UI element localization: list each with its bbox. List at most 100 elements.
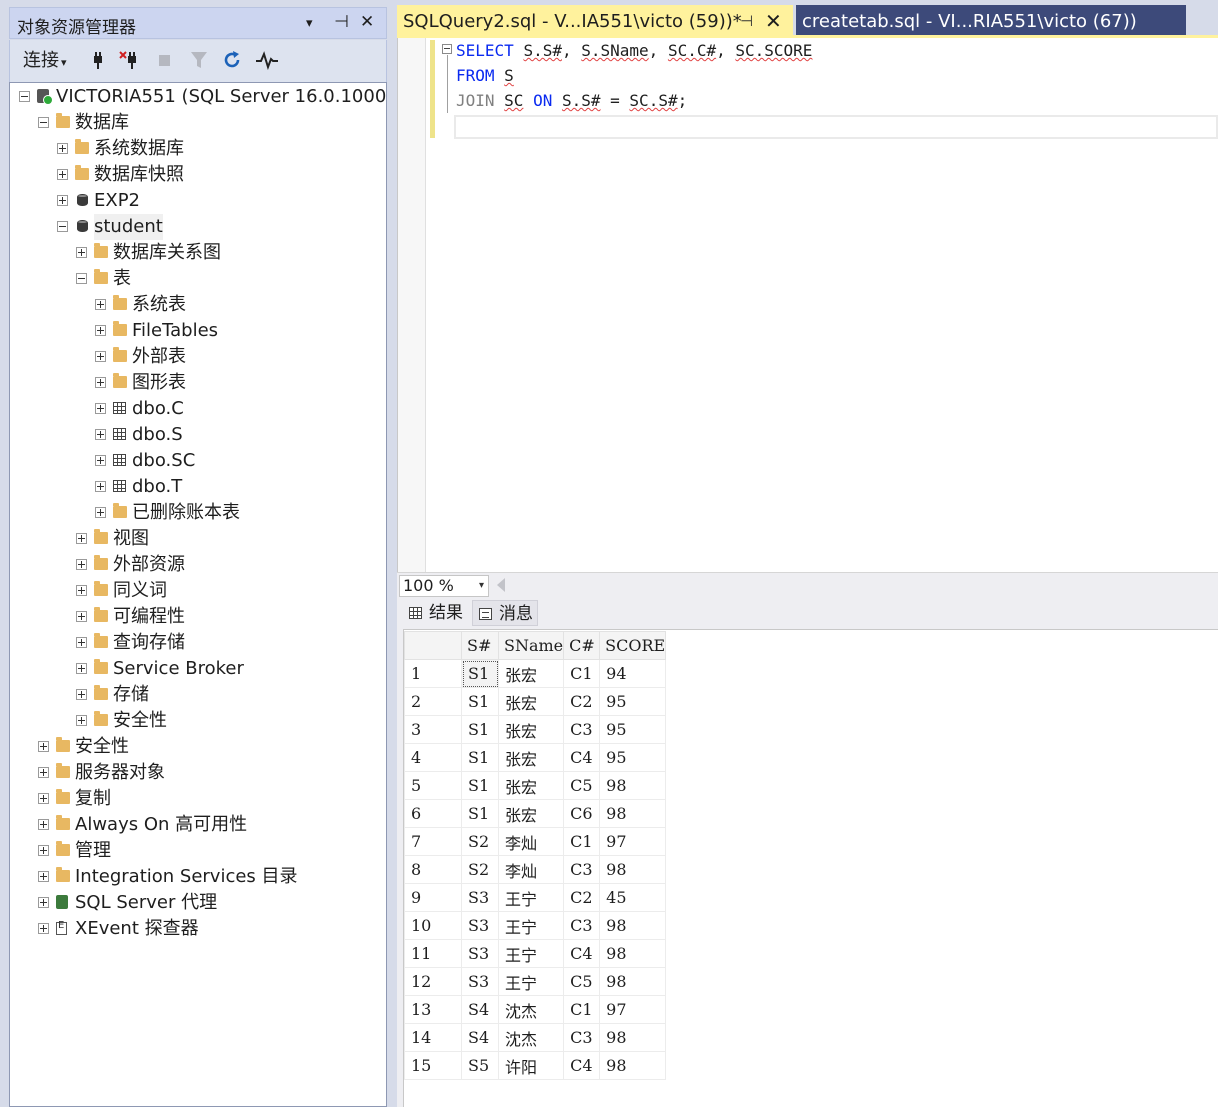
table-cell[interactable]: S5	[461, 1051, 499, 1080]
tree-node[interactable]: 外部资源	[10, 552, 386, 578]
table-row[interactable]: 4 S1 张宏 C4 95	[404, 743, 667, 772]
row-number-cell[interactable]: 10	[404, 911, 462, 940]
expand-icon[interactable]	[95, 403, 106, 414]
table-cell[interactable]: S3	[461, 939, 499, 968]
close-icon[interactable]: ✕	[360, 12, 374, 32]
tree-node[interactable]: FileTables	[10, 318, 386, 344]
table-cell[interactable]: 98	[599, 939, 667, 968]
table-cell[interactable]: C4	[563, 743, 601, 772]
tree-node[interactable]: 视图	[10, 526, 386, 552]
table-row[interactable]: 13 S4 沈杰 C1 97	[404, 995, 667, 1024]
row-number-cell[interactable]: 7	[404, 827, 462, 856]
table-cell[interactable]: C3	[563, 855, 601, 884]
table-cell[interactable]: 沈杰	[497, 1023, 565, 1052]
expand-icon[interactable]	[38, 767, 49, 778]
row-number-cell[interactable]: 6	[404, 799, 462, 828]
table-cell[interactable]: 98	[599, 855, 667, 884]
table-row[interactable]: 11 S3 王宁 C4 98	[404, 939, 667, 968]
table-cell[interactable]: 98	[599, 967, 667, 996]
expand-icon[interactable]	[95, 507, 106, 518]
tree-node[interactable]: 管理	[10, 838, 386, 864]
table-cell[interactable]: C3	[563, 911, 601, 940]
query-editor[interactable]: SELECT S.S#, S.SName, SC.C#, SC.SCORE FRO…	[397, 38, 1218, 572]
table-cell[interactable]: 98	[599, 799, 667, 828]
tree-node[interactable]: 外部表	[10, 344, 386, 370]
tree-node[interactable]: XEvent 探查器	[10, 916, 386, 942]
expand-icon[interactable]	[95, 351, 106, 362]
table-cell[interactable]: 李灿	[497, 827, 565, 856]
table-cell[interactable]: 李灿	[497, 855, 565, 884]
table-cell[interactable]: C5	[563, 771, 601, 800]
tab-createtab[interactable]: createtab.sql - VI...RIA551\victo (67))	[796, 5, 1186, 38]
table-row[interactable]: 10 S3 王宁 C3 98	[404, 911, 667, 940]
tree-node[interactable]: dbo.T	[10, 474, 386, 500]
table-cell[interactable]: C1	[563, 659, 601, 688]
row-number-cell[interactable]: 3	[404, 715, 462, 744]
panel-splitter[interactable]	[387, 0, 397, 1107]
expand-icon[interactable]	[76, 559, 87, 570]
expand-icon[interactable]	[76, 247, 87, 258]
tree-node[interactable]: student	[10, 214, 386, 240]
expand-icon[interactable]	[38, 897, 49, 908]
collapse-icon[interactable]	[76, 273, 87, 284]
table-cell[interactable]: 王宁	[497, 939, 565, 968]
column-header[interactable]: C#	[563, 631, 601, 660]
table-cell[interactable]: S4	[461, 1023, 499, 1052]
tree-node[interactable]: 系统数据库	[10, 136, 386, 162]
table-cell[interactable]: C2	[563, 883, 601, 912]
expand-icon[interactable]	[76, 663, 87, 674]
collapse-icon[interactable]	[442, 44, 452, 54]
expand-icon[interactable]	[57, 169, 68, 180]
row-number-cell[interactable]: 5	[404, 771, 462, 800]
row-number-cell[interactable]: 11	[404, 939, 462, 968]
connect-icon[interactable]	[90, 50, 106, 72]
table-cell[interactable]: 98	[599, 1051, 667, 1080]
tree-node[interactable]: Integration Services 目录	[10, 864, 386, 890]
tree-node[interactable]: Service Broker	[10, 656, 386, 682]
expand-icon[interactable]	[76, 715, 87, 726]
row-number-cell[interactable]: 4	[404, 743, 462, 772]
table-cell[interactable]: 45	[599, 883, 667, 912]
tab-sqlquery2[interactable]: SQLQuery2.sql - V...IA551\victo (59))* ⊣…	[397, 5, 793, 38]
table-cell[interactable]: C3	[563, 1023, 601, 1052]
table-cell[interactable]: 97	[599, 827, 667, 856]
collapse-icon[interactable]	[19, 91, 30, 102]
tree-node[interactable]: dbo.C	[10, 396, 386, 422]
table-cell[interactable]: S3	[461, 967, 499, 996]
table-cell[interactable]: 王宁	[497, 967, 565, 996]
table-cell[interactable]: 沈杰	[497, 995, 565, 1024]
table-row[interactable]: 8 S2 李灿 C3 98	[404, 855, 667, 884]
expand-icon[interactable]	[76, 637, 87, 648]
table-cell[interactable]: S1	[461, 715, 499, 744]
table-cell[interactable]: C1	[563, 995, 601, 1024]
table-row[interactable]: 6 S1 张宏 C6 98	[404, 799, 667, 828]
tree-node[interactable]: 表	[10, 266, 386, 292]
column-header[interactable]: S#	[461, 631, 499, 660]
table-cell[interactable]: C3	[563, 715, 601, 744]
tree-node[interactable]: 图形表	[10, 370, 386, 396]
table-cell[interactable]: S1	[461, 659, 499, 688]
expand-icon[interactable]	[76, 533, 87, 544]
table-cell[interactable]: S2	[461, 855, 499, 884]
expand-icon[interactable]	[38, 923, 49, 934]
expand-icon[interactable]	[38, 793, 49, 804]
scroll-left-icon[interactable]	[497, 578, 505, 592]
pin-icon[interactable]: ⊣	[740, 5, 753, 38]
row-number-cell[interactable]: 14	[404, 1023, 462, 1052]
tree-node[interactable]: dbo.S	[10, 422, 386, 448]
table-cell[interactable]: 98	[599, 1023, 667, 1052]
table-cell[interactable]: C4	[563, 1051, 601, 1080]
dropdown-icon[interactable]: ▾	[306, 16, 313, 31]
filter-icon[interactable]	[190, 50, 208, 72]
expand-icon[interactable]	[95, 481, 106, 492]
table-row[interactable]: 2 S1 张宏 C2 95	[404, 687, 667, 716]
table-row[interactable]: 12 S3 王宁 C5 98	[404, 967, 667, 996]
table-row[interactable]: 1 S1 张宏 C1 94	[404, 659, 667, 688]
expand-icon[interactable]	[95, 429, 106, 440]
expand-icon[interactable]	[76, 611, 87, 622]
tree-node[interactable]: 系统表	[10, 292, 386, 318]
table-cell[interactable]: 98	[599, 771, 667, 800]
table-cell[interactable]: C5	[563, 967, 601, 996]
pin-icon[interactable]: ⊣	[334, 12, 349, 32]
table-cell[interactable]: 张宏	[497, 659, 565, 688]
